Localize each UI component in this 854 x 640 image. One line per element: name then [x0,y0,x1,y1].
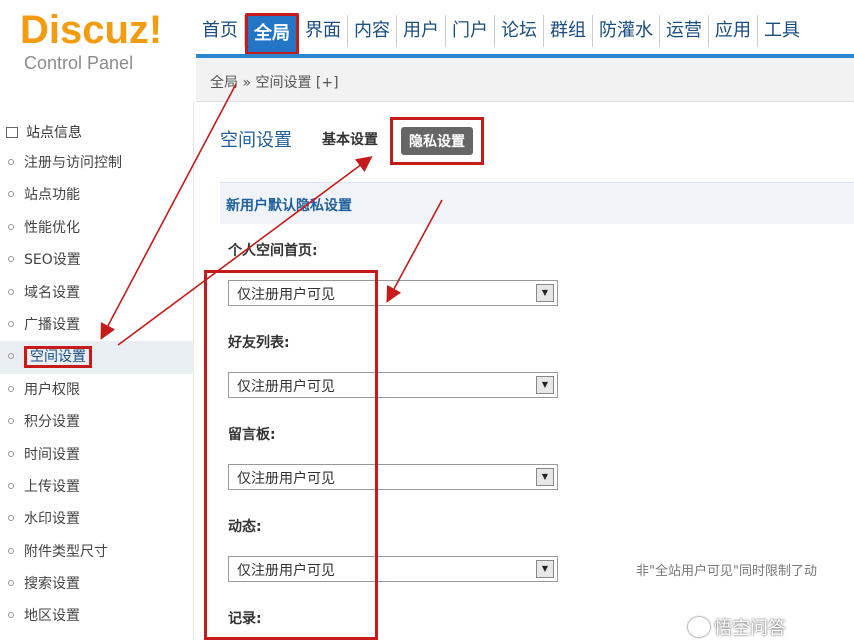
sidebar-head[interactable]: 站点信息 [6,122,82,142]
bullet-icon [8,612,14,619]
sidebar-item-user-permissions[interactable]: 用户权限 [0,374,194,406]
bullet-icon [8,515,14,522]
logo-main-text: Discuz! [20,8,163,52]
sidebar-item-upload[interactable]: 上传设置 [0,471,194,503]
breadcrumb: 全局 » 空间设置 [+] [196,58,854,102]
nav-operations[interactable]: 运营 [660,15,709,47]
edit-icon [6,127,18,138]
nav-apps[interactable]: 应用 [709,15,758,47]
watermark-text: 悟空问答 [714,618,786,639]
sidebar-item-search[interactable]: 搜索设置 [0,568,194,600]
tab-basic-settings[interactable]: 基本设置 [322,129,378,149]
sidebar: 站点信息 注册与访问控制 站点功能 性能优化 SEO设置 域名设置 广播设置 空… [0,102,194,640]
tab-privacy-highlight: 隐私设置 [390,117,484,165]
section-title: 新用户默认隐私设置 [226,198,352,214]
logo-sub-text: Control Panel [24,53,134,73]
dropdown-arrow-icon: ▼ [536,560,554,578]
top-navigation: 首页 全局 界面 内容 用户 门户 论坛 群组 防灌水 运营 应用 工具 [196,12,806,55]
bullet-icon [8,223,14,230]
sidebar-item-register-access[interactable]: 注册与访问控制 [0,147,194,179]
nav-interface[interactable]: 界面 [299,15,348,47]
sidebar-item-time[interactable]: 时间设置 [0,439,194,471]
sidebar-head-label: 站点信息 [26,125,82,141]
sidebar-list: 注册与访问控制 站点功能 性能优化 SEO设置 域名设置 广播设置 空间设置 用… [0,147,194,633]
bullet-icon [8,256,14,263]
bullet-icon [8,191,14,198]
nav-content[interactable]: 内容 [348,15,397,47]
watermark: 悟空问答 [688,614,786,640]
nav-global[interactable]: 全局 [245,13,299,55]
bullet-icon [8,159,14,165]
section-header: 新用户默认隐私设置 [220,182,854,224]
sidebar-item-credits[interactable]: 积分设置 [0,406,194,438]
nav-tools[interactable]: 工具 [758,15,806,47]
nav-forum[interactable]: 论坛 [495,15,544,47]
discuz-logo: Discuz! Control Panel [20,8,162,74]
sidebar-item-broadcast[interactable]: 广播设置 [0,309,194,341]
tabs-row: 空间设置 基本设置 隐私设置 [220,117,484,165]
bullet-icon [8,450,14,457]
annotation-highlight-box [204,270,378,640]
bullet-icon [8,482,14,489]
nav-home[interactable]: 首页 [196,15,245,47]
page-title: 空间设置 [220,130,292,151]
bullet-icon [8,353,14,360]
bullet-icon [8,547,14,554]
bullet-icon [8,320,14,327]
sidebar-item-attachment-types[interactable]: 附件类型尺寸 [0,536,194,568]
sidebar-item-domain[interactable]: 域名设置 [0,277,194,309]
sidebar-item-performance[interactable]: 性能优化 [0,212,194,244]
wukong-logo-icon [688,617,710,637]
bullet-icon [8,288,14,295]
header: Discuz! Control Panel 首页 全局 界面 内容 用户 门户 … [0,0,854,102]
dropdown-arrow-icon: ▼ [536,468,554,486]
sidebar-item-seo[interactable]: SEO设置 [0,244,194,276]
dropdown-arrow-icon: ▼ [536,284,554,302]
sidebar-item-space[interactable]: 空间设置 [0,341,194,374]
field-label-home: 个人空间首页: [228,243,318,259]
bullet-icon [8,580,14,587]
sidebar-item-site-features[interactable]: 站点功能 [0,179,194,211]
nav-antispam[interactable]: 防灌水 [593,15,660,47]
nav-groups[interactable]: 群组 [544,15,593,47]
bullet-icon [8,385,14,392]
sidebar-item-region[interactable]: 地区设置 [0,600,194,632]
dropdown-arrow-icon: ▼ [536,376,554,394]
bullet-icon [8,418,14,425]
nav-portal[interactable]: 门户 [446,15,495,47]
privacy-hint: 非"全站用户可见"同时限制了动 [636,564,817,579]
sidebar-item-watermark[interactable]: 水印设置 [0,503,194,535]
tab-privacy-settings[interactable]: 隐私设置 [401,127,473,155]
nav-users[interactable]: 用户 [397,15,446,47]
